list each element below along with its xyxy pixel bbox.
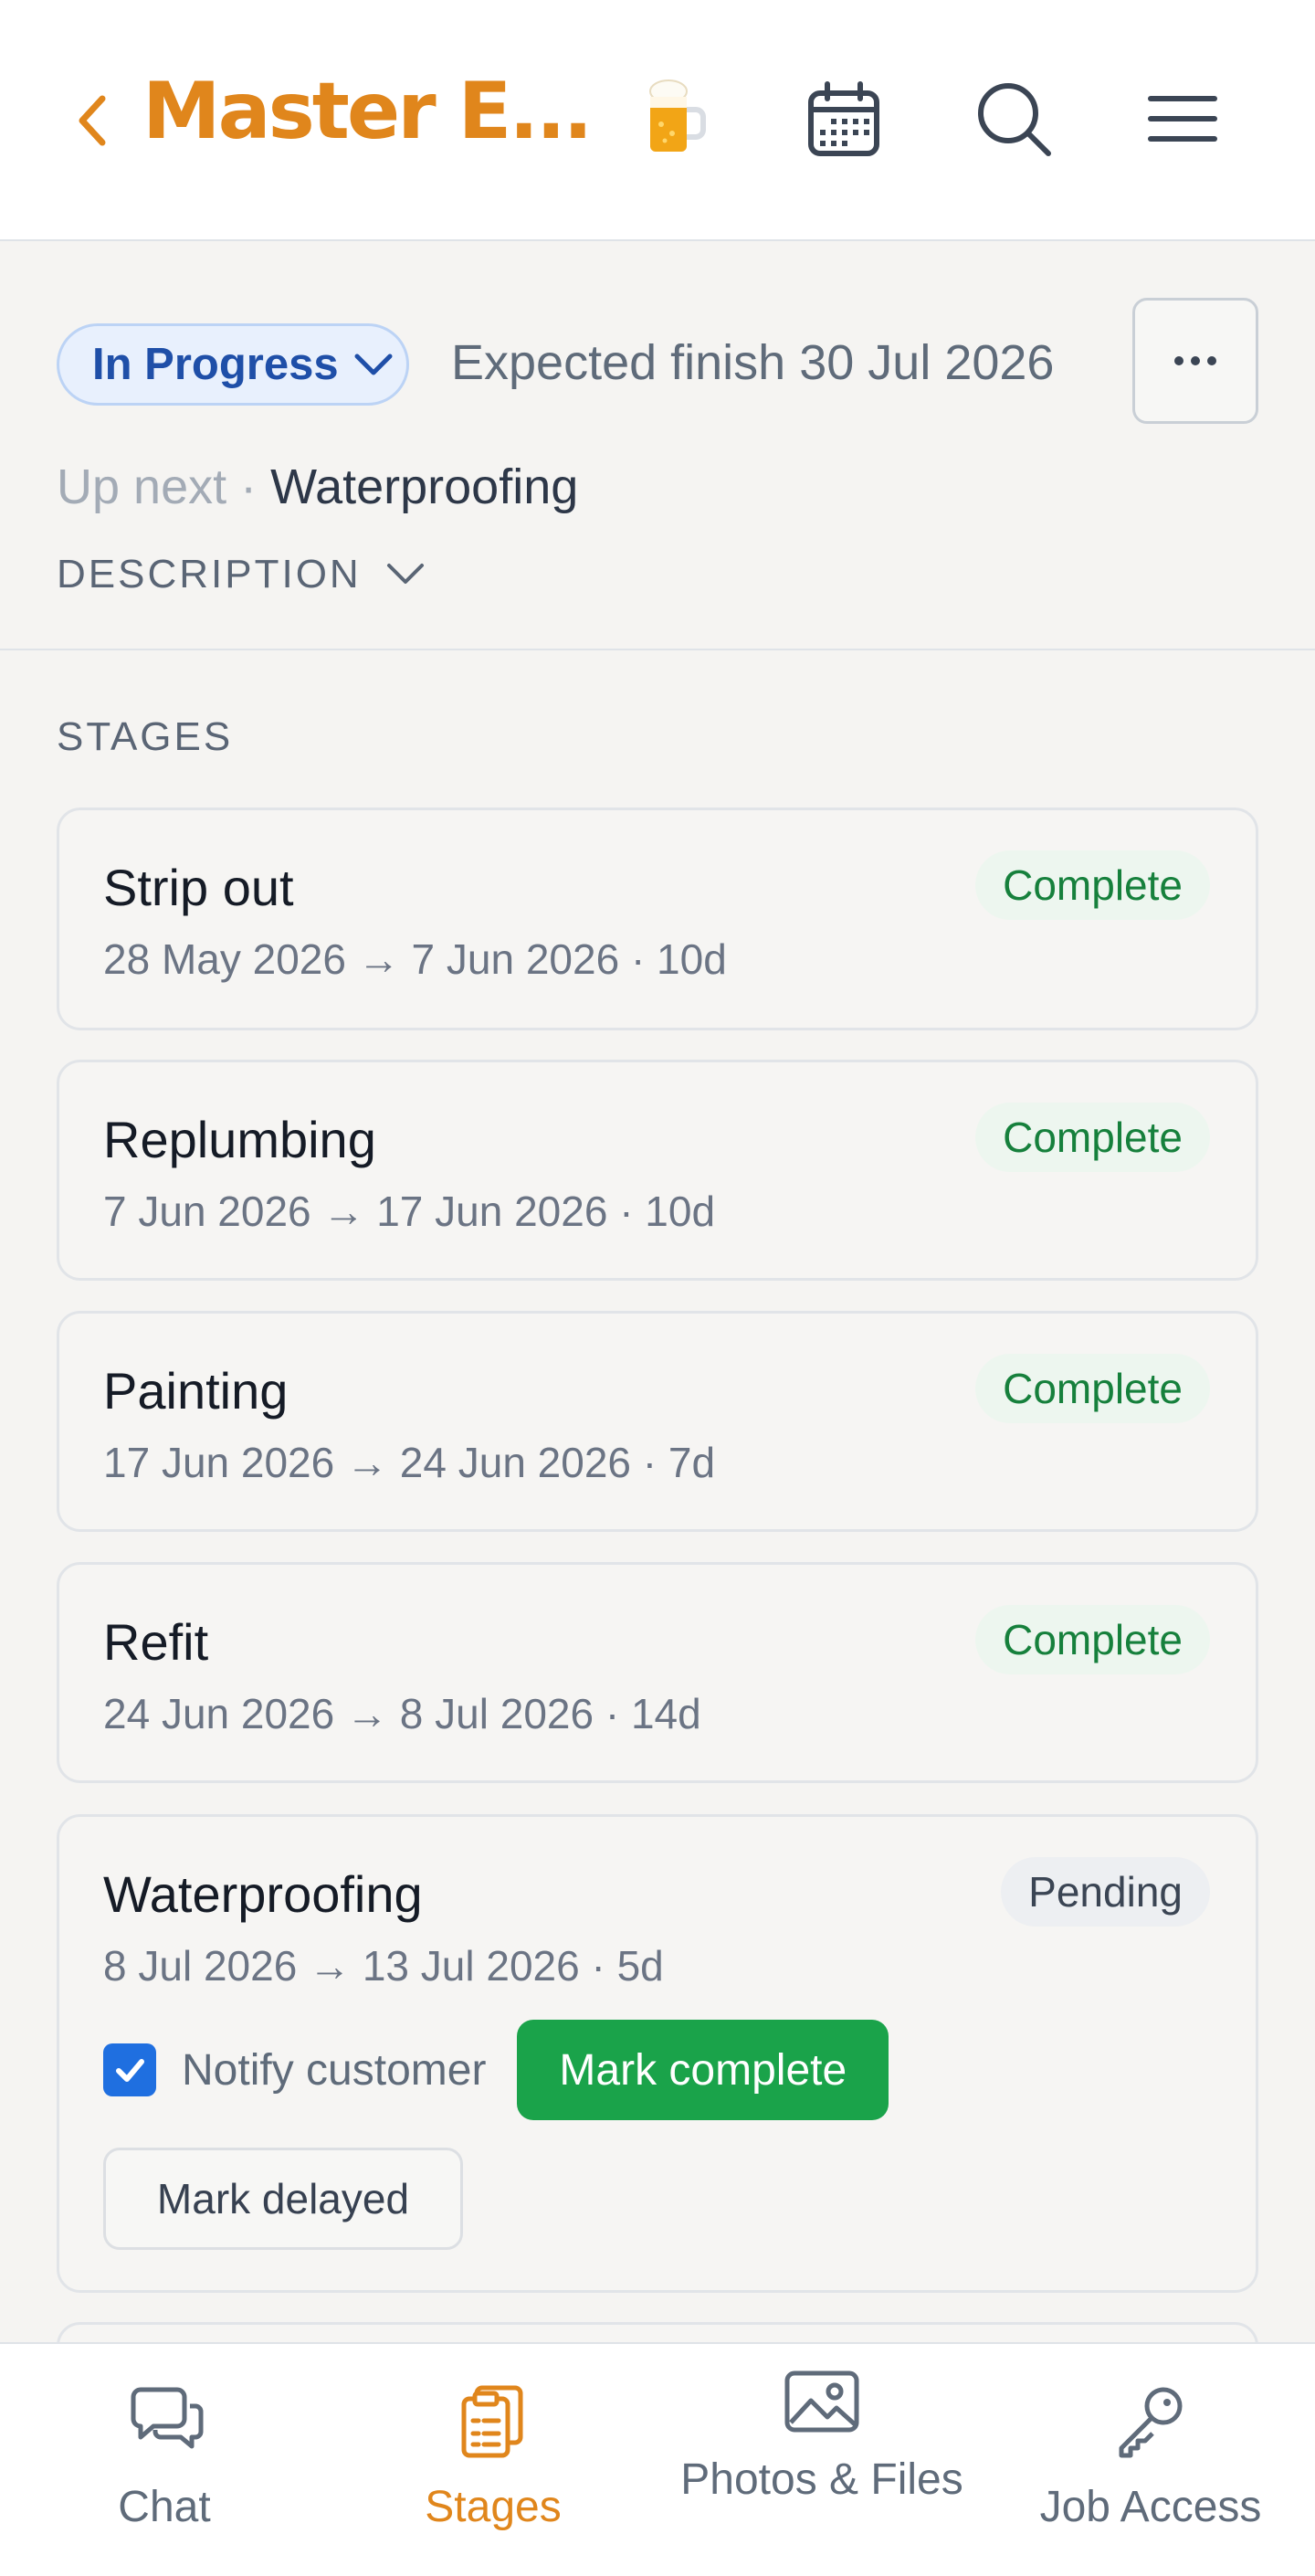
job-status-section: In Progress Expected finish 30 Jul 2026 … bbox=[0, 243, 1315, 650]
notify-customer-label: Notify customer bbox=[182, 2045, 487, 2095]
stage-dates: 28 May 2026 → 7 Jun 2026 · 10d bbox=[103, 935, 727, 983]
more-options-button[interactable] bbox=[1132, 298, 1258, 424]
calendar-icon[interactable] bbox=[798, 73, 889, 164]
ellipsis-icon bbox=[1174, 356, 1216, 365]
tab-chat[interactable]: Chat bbox=[0, 2344, 329, 2576]
tab-photos-files[interactable]: Photos & Files bbox=[658, 2344, 986, 2576]
tab-stages[interactable]: Stages bbox=[329, 2344, 658, 2576]
mark-delayed-button[interactable]: Mark delayed bbox=[103, 2148, 463, 2250]
description-toggle[interactable]: DESCRIPTION bbox=[57, 552, 426, 597]
status-dropdown[interactable]: In Progress bbox=[57, 323, 409, 406]
stage-dates: 24 Jun 2026 → 8 Jul 2026 · 14d bbox=[103, 1690, 701, 1737]
status-badge: Complete bbox=[975, 1103, 1210, 1172]
description-label: DESCRIPTION bbox=[57, 552, 362, 596]
status-badge: Complete bbox=[975, 1354, 1210, 1423]
up-next-value: Waterproofing bbox=[270, 459, 579, 514]
search-icon[interactable] bbox=[968, 73, 1059, 164]
tab-stages-label: Stages bbox=[425, 2483, 562, 2531]
stage-card[interactable]: Replumbing 7 Jun 2026 → 17 Jun 2026 · 10… bbox=[57, 1060, 1258, 1281]
stage-name: Waterproofing bbox=[103, 1865, 423, 1923]
stage-card[interactable]: Strip out 28 May 2026 → 7 Jun 2026 · 10d… bbox=[57, 808, 1258, 1030]
bottom-nav: Chat Stages Photos & Files Job Access bbox=[0, 2342, 1315, 2576]
status-badge: Complete bbox=[975, 850, 1210, 920]
tab-job-access-label: Job Access bbox=[1039, 2483, 1262, 2531]
stage-dates: 7 Jun 2026 → 17 Jun 2026 · 10d bbox=[103, 1188, 716, 1235]
expected-finish: Expected finish 30 Jul 2026 bbox=[451, 335, 1055, 390]
tab-chat-label: Chat bbox=[118, 2483, 211, 2531]
up-next-label: Up next · bbox=[57, 459, 258, 514]
mark-complete-button[interactable]: Mark complete bbox=[517, 2020, 889, 2120]
chevron-down-icon bbox=[386, 564, 424, 584]
stage-name: Replumbing bbox=[103, 1111, 376, 1168]
tab-photos-files-label: Photos & Files bbox=[680, 2455, 963, 2504]
stages-heading: STAGES bbox=[57, 714, 234, 759]
stage-name: Refit bbox=[103, 1613, 209, 1671]
clipboard-icon bbox=[461, 2385, 523, 2458]
tab-job-access[interactable]: Job Access bbox=[986, 2344, 1315, 2576]
beer-icon[interactable] bbox=[628, 73, 720, 164]
checkmark-icon bbox=[116, 2059, 144, 2082]
stage-card[interactable]: Painting 17 Jun 2026 → 24 Jun 2026 · 7d … bbox=[57, 1311, 1258, 1532]
stage-card-active[interactable]: Waterproofing 8 Jul 2026 → 13 Jul 2026 ·… bbox=[57, 1814, 1258, 2293]
chevron-left-icon bbox=[79, 95, 106, 146]
chat-icon bbox=[131, 2387, 204, 2449]
up-next: Up next · Waterproofing bbox=[57, 459, 578, 515]
stage-name: Strip out bbox=[103, 859, 294, 916]
image-icon bbox=[784, 2370, 859, 2433]
chevron-down-icon bbox=[354, 354, 393, 375]
page-title: Master E... bbox=[142, 66, 593, 157]
notify-customer-checkbox[interactable] bbox=[103, 2043, 156, 2096]
status-label: In Progress bbox=[92, 340, 339, 389]
stage-dates: 17 Jun 2026 → 24 Jun 2026 · 7d bbox=[103, 1439, 716, 1486]
menu-icon[interactable] bbox=[1136, 73, 1227, 164]
status-badge: Pending bbox=[1001, 1857, 1210, 1927]
key-icon bbox=[1119, 2387, 1183, 2458]
stage-name: Painting bbox=[103, 1362, 289, 1420]
stage-card[interactable]: Refit 24 Jun 2026 → 8 Jul 2026 · 14d Com… bbox=[57, 1562, 1258, 1783]
back-button[interactable] bbox=[69, 84, 121, 157]
app-header: Master E... bbox=[0, 0, 1315, 241]
notify-row: Notify customer Mark complete bbox=[103, 2020, 889, 2120]
stage-dates: 8 Jul 2026 → 13 Jul 2026 · 5d bbox=[103, 1942, 664, 1990]
status-badge: Complete bbox=[975, 1605, 1210, 1674]
